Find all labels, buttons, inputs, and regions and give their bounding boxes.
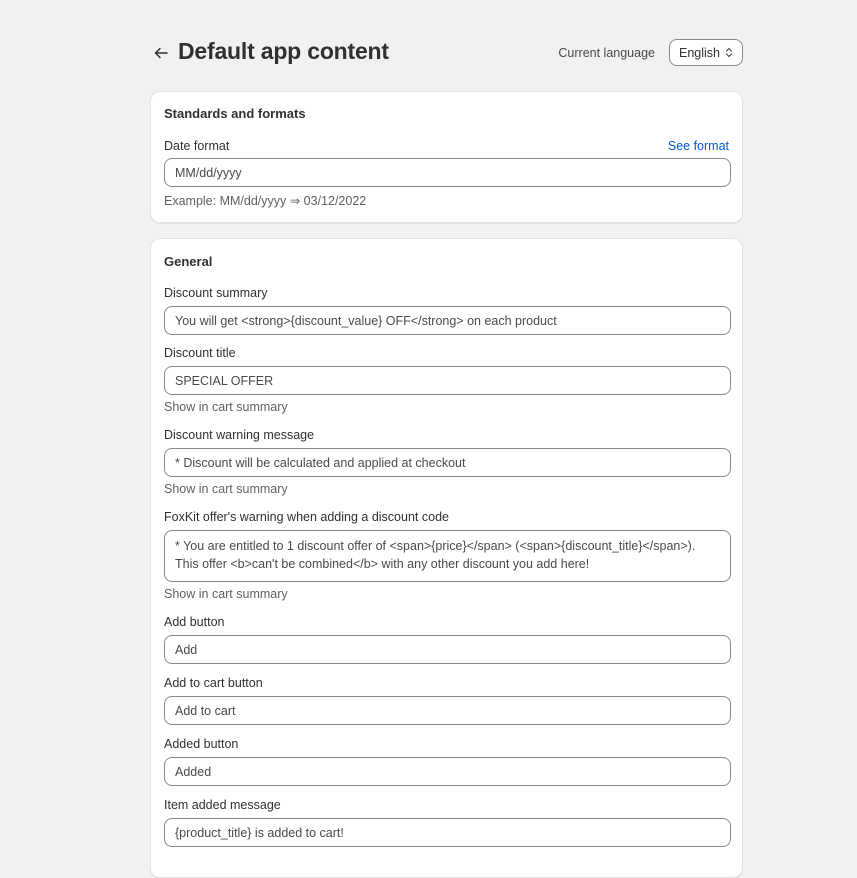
see-format-link[interactable]: See format (668, 139, 729, 153)
add-to-cart-button-label: Add to cart button (164, 676, 263, 690)
arrow-left-icon (154, 47, 168, 59)
item-added-message-label: Item added message (164, 798, 281, 812)
standards-card: Standards and formats Date format See fo… (150, 91, 743, 223)
add-to-cart-button-input[interactable] (164, 696, 731, 725)
added-button-label: Added button (164, 737, 239, 751)
add-button-label: Add button (164, 615, 225, 629)
item-added-message-input[interactable] (164, 818, 731, 847)
page: Default app content Current language Eng… (150, 0, 743, 878)
page-header: Default app content Current language Eng… (150, 0, 743, 90)
discount-warning-input[interactable] (164, 448, 731, 477)
date-format-label: Date format (164, 139, 230, 153)
back-button[interactable] (150, 42, 172, 64)
discount-title-label: Discount title (164, 346, 236, 360)
language-select-value: English (679, 45, 720, 60)
language-select[interactable]: English (669, 39, 743, 66)
add-button-input[interactable] (164, 635, 731, 664)
foxkit-warning-help: Show in cart summary (164, 587, 288, 601)
chevron-up-down-icon (725, 47, 733, 58)
standards-card-title: Standards and formats (164, 106, 306, 121)
foxkit-warning-label: FoxKit offer's warning when adding a dis… (164, 510, 449, 524)
added-button-input[interactable] (164, 757, 731, 786)
discount-summary-label: Discount summary (164, 286, 268, 300)
foxkit-warning-textarea[interactable]: * You are entitled to 1 discount offer o… (164, 530, 731, 582)
general-card: General Discount summary Discount title … (150, 238, 743, 878)
current-language-label: Current language (558, 45, 655, 60)
language-picker: Current language English (558, 39, 743, 66)
date-format-header: Date format See format (164, 139, 729, 153)
page-title: Default app content (178, 38, 389, 64)
discount-title-input[interactable] (164, 366, 731, 395)
discount-title-help: Show in cart summary (164, 400, 288, 414)
discount-warning-label: Discount warning message (164, 428, 315, 442)
discount-warning-help: Show in cart summary (164, 482, 288, 496)
general-card-title: General (164, 254, 213, 269)
discount-summary-input[interactable] (164, 306, 731, 335)
date-format-example: Example: MM/dd/yyyy ⇒ 03/12/2022 (164, 194, 367, 208)
date-format-input[interactable] (164, 158, 731, 187)
